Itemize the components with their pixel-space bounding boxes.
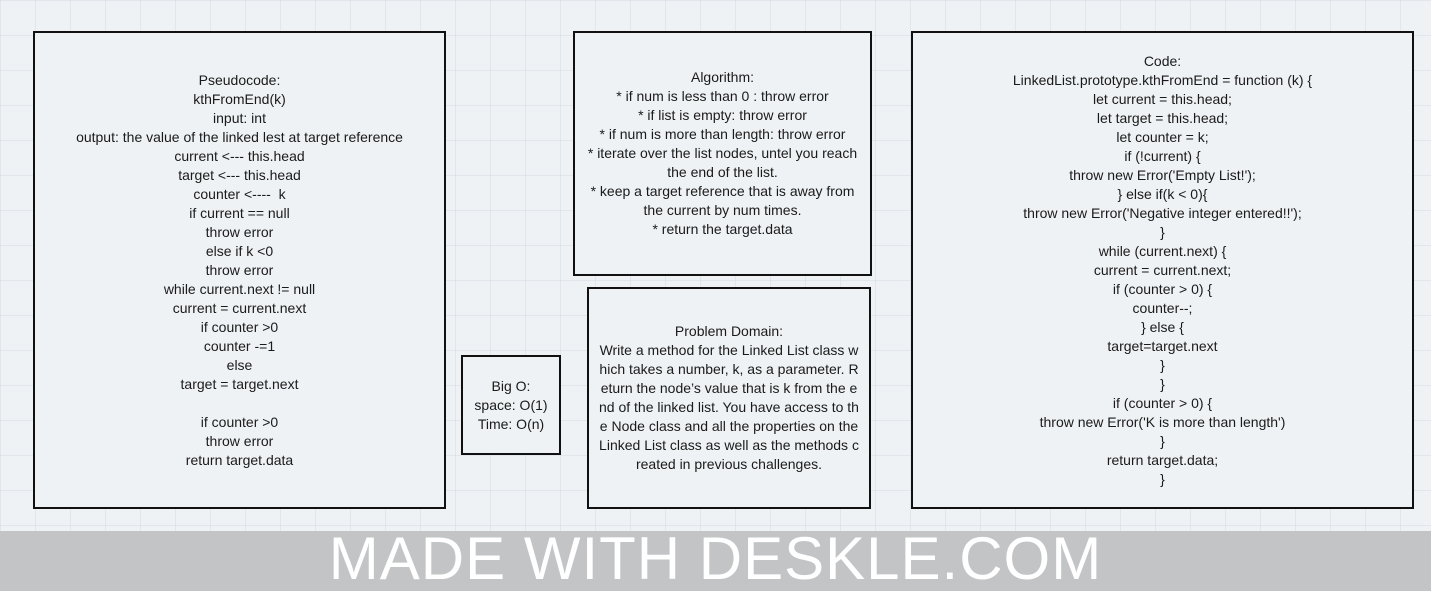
pseudocode-content: Pseudocode: kthFromEnd(k) input: int out… xyxy=(35,71,444,470)
code-line: if (!current) { xyxy=(1124,147,1201,164)
algorithm-line: * iterate over the list nodes, untel you… xyxy=(587,145,862,180)
pseudocode-line: else xyxy=(226,356,253,373)
code-line: Code: xyxy=(1143,52,1182,69)
pseudocode-line: current = current.next xyxy=(172,299,307,316)
code-line: } xyxy=(1160,223,1165,240)
big-o-content: Big O: space: O(1) Time: O(n) xyxy=(463,377,559,434)
pseudocode-line: if counter >0 xyxy=(200,413,279,430)
code-line: throw new Error('K is more than length') xyxy=(1039,413,1286,430)
code-line: } else { xyxy=(1141,318,1184,335)
pseudocode-line: current <--- this.head xyxy=(174,147,305,164)
pseudocode-line: throw error xyxy=(205,261,274,278)
big-o-line: Big O: xyxy=(491,377,531,394)
pseudocode-line: while current.next != null xyxy=(163,280,316,297)
algorithm-box: Algorithm: * if num is less than 0 : thr… xyxy=(573,31,872,276)
code-line: throw new Error('Empty List!'); xyxy=(1069,166,1256,183)
pseudocode-line: target <--- this.head xyxy=(178,166,301,183)
code-line: } xyxy=(1160,356,1165,373)
code-line: } xyxy=(1160,432,1165,449)
pseudocode-line: target = target.next xyxy=(180,375,299,392)
pseudocode-line: else if k <0 xyxy=(205,242,274,259)
pseudocode-line: Pseudocode: xyxy=(198,71,281,88)
pseudocode-line: if current == null xyxy=(189,204,290,221)
big-o-line: space: O(1) xyxy=(474,396,548,413)
pseudocode-box: Pseudocode: kthFromEnd(k) input: int out… xyxy=(33,31,446,509)
code-content: Code: LinkedList.prototype.kthFromEnd = … xyxy=(913,52,1412,489)
big-o-box: Big O: space: O(1) Time: O(n) xyxy=(461,355,561,455)
pseudocode-line xyxy=(43,394,436,413)
algorithm-line: * keep a target reference that is away f… xyxy=(590,183,859,218)
algorithm-content: Algorithm: * if num is less than 0 : thr… xyxy=(575,68,870,239)
code-line: target=target.next xyxy=(1107,337,1218,354)
algorithm-line: * if num is less than 0 : throw error xyxy=(616,88,829,104)
pseudocode-line: input: int xyxy=(213,109,266,126)
code-line: LinkedList.prototype.kthFromEnd = functi… xyxy=(1012,71,1313,88)
pseudocode-line: if counter >0 xyxy=(200,318,279,335)
code-line: } else if(k < 0){ xyxy=(1117,185,1208,202)
code-line: if (counter > 0) { xyxy=(1112,394,1213,411)
algorithm-line: Algorithm: xyxy=(690,69,755,85)
algorithm-line: * return the target.data xyxy=(652,221,793,237)
pseudocode-line: counter <---- k xyxy=(193,185,286,202)
problem-domain-title: Problem Domain: xyxy=(674,323,784,339)
code-line: let target = this.head; xyxy=(1096,109,1229,126)
code-line: } xyxy=(1160,375,1165,392)
pseudocode-line: return target.data xyxy=(185,451,294,468)
problem-domain-content: Problem Domain: Write a method for the L… xyxy=(589,322,869,474)
pseudocode-line: counter -=1 xyxy=(203,337,276,354)
algorithm-line: * if num is more than length: throw erro… xyxy=(599,126,846,142)
code-line: } xyxy=(1160,470,1165,487)
pseudocode-line: kthFromEnd(k) xyxy=(193,90,286,107)
code-line: current = current.next; xyxy=(1093,261,1232,278)
code-line: counter--; xyxy=(1132,299,1193,316)
pseudocode-line: throw error xyxy=(205,223,274,240)
code-line: let current = this.head; xyxy=(1093,90,1232,107)
big-o-line: Time: O(n) xyxy=(477,415,545,432)
pseudocode-line: output: the value of the linked lest at … xyxy=(76,128,403,145)
code-line: let counter = k; xyxy=(1116,128,1209,145)
problem-domain-text: Write a method for the Linked List class… xyxy=(599,342,863,472)
watermark-banner: MADE WITH DESKLE.COM xyxy=(0,531,1431,591)
pseudocode-line: throw error xyxy=(205,432,274,449)
code-line: while (current.next) { xyxy=(1098,242,1227,259)
problem-domain-box: Problem Domain: Write a method for the L… xyxy=(587,287,871,509)
code-box: Code: LinkedList.prototype.kthFromEnd = … xyxy=(911,31,1414,509)
algorithm-line: * if list is empty: throw error xyxy=(638,107,807,123)
code-line: return target.data; xyxy=(1106,451,1219,468)
code-line: if (counter > 0) { xyxy=(1112,280,1213,297)
code-line: throw new Error('Negative integer entere… xyxy=(1023,204,1302,221)
